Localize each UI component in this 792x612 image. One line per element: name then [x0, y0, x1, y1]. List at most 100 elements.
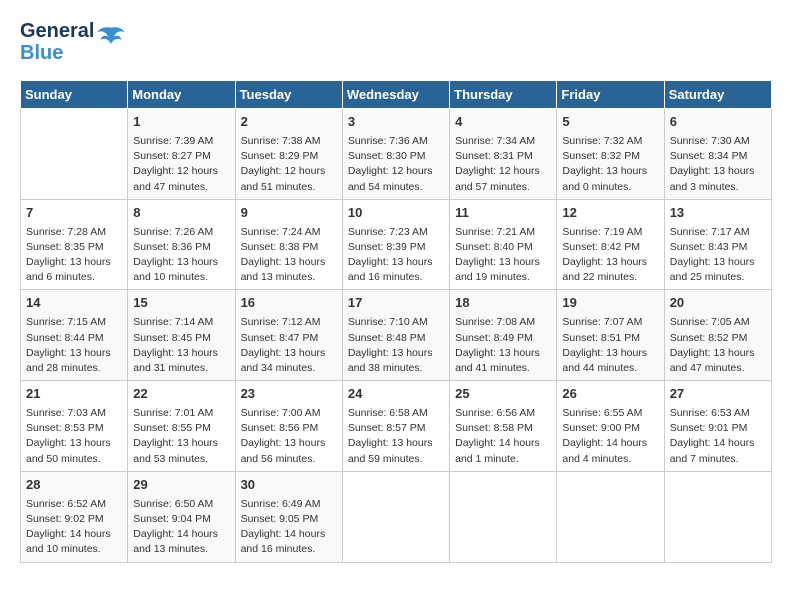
- day-info: Sunrise: 7:32 AM Sunset: 8:32 PM Dayligh…: [562, 134, 658, 195]
- day-number: 23: [241, 385, 337, 404]
- day-number: 7: [26, 204, 122, 223]
- calendar-cell: 13 Sunrise: 7:17 AM Sunset: 8:43 PM Dayli…: [664, 199, 771, 290]
- column-header-monday: Monday: [128, 81, 235, 109]
- day-info: Sunrise: 7:03 AM Sunset: 8:53 PM Dayligh…: [26, 406, 122, 467]
- day-number: 30: [241, 476, 337, 495]
- column-header-saturday: Saturday: [664, 81, 771, 109]
- day-info: Sunrise: 7:17 AM Sunset: 8:43 PM Dayligh…: [670, 225, 766, 286]
- calendar-cell: 17 Sunrise: 7:10 AM Sunset: 8:48 PM Dayli…: [342, 290, 449, 381]
- day-info: Sunrise: 7:39 AM Sunset: 8:27 PM Dayligh…: [133, 134, 229, 195]
- day-info: Sunrise: 7:05 AM Sunset: 8:52 PM Dayligh…: [670, 315, 766, 376]
- day-info: Sunrise: 6:53 AM Sunset: 9:01 PM Dayligh…: [670, 406, 766, 467]
- day-info: Sunrise: 7:12 AM Sunset: 8:47 PM Dayligh…: [241, 315, 337, 376]
- day-number: 4: [455, 113, 551, 132]
- day-info: Sunrise: 7:19 AM Sunset: 8:42 PM Dayligh…: [562, 225, 658, 286]
- day-number: 27: [670, 385, 766, 404]
- day-info: Sunrise: 6:52 AM Sunset: 9:02 PM Dayligh…: [26, 497, 122, 558]
- calendar-cell: 24 Sunrise: 6:58 AM Sunset: 8:57 PM Dayli…: [342, 381, 449, 472]
- calendar-week-row: 14 Sunrise: 7:15 AM Sunset: 8:44 PM Dayli…: [21, 290, 772, 381]
- column-header-tuesday: Tuesday: [235, 81, 342, 109]
- calendar-cell: 26 Sunrise: 6:55 AM Sunset: 9:00 PM Dayli…: [557, 381, 664, 472]
- calendar-cell: 18Sunrise: 7:08 AM Sunset: 8:49 PM Dayli…: [450, 290, 557, 381]
- day-number: 28: [26, 476, 122, 495]
- day-number: 3: [348, 113, 444, 132]
- calendar-cell: 4 Sunrise: 7:34 AM Sunset: 8:31 PM Daylig…: [450, 109, 557, 200]
- calendar-table: SundayMondayTuesdayWednesdayThursdayFrid…: [20, 80, 772, 563]
- day-number: 12: [562, 204, 658, 223]
- calendar-cell: 19 Sunrise: 7:07 AM Sunset: 8:51 PM Dayli…: [557, 290, 664, 381]
- calendar-cell: 23 Sunrise: 7:00 AM Sunset: 8:56 PM Dayli…: [235, 381, 342, 472]
- day-info: Sunrise: 7:21 AM Sunset: 8:40 PM Dayligh…: [455, 225, 551, 286]
- calendar-cell: 6Sunrise: 7:30 AM Sunset: 8:34 PM Daylig…: [664, 109, 771, 200]
- calendar-cell: 30 Sunrise: 6:49 AM Sunset: 9:05 PM Dayli…: [235, 471, 342, 562]
- day-info: Sunrise: 7:30 AM Sunset: 8:34 PM Dayligh…: [670, 134, 766, 195]
- day-info: Sunrise: 7:01 AM Sunset: 8:55 PM Dayligh…: [133, 406, 229, 467]
- day-number: 17: [348, 294, 444, 313]
- day-info: Sunrise: 7:38 AM Sunset: 8:29 PM Dayligh…: [241, 134, 337, 195]
- logo-general: General: [20, 20, 94, 42]
- calendar-cell: 9Sunrise: 7:24 AM Sunset: 8:38 PM Daylig…: [235, 199, 342, 290]
- day-number: 25: [455, 385, 551, 404]
- calendar-cell: 28 Sunrise: 6:52 AM Sunset: 9:02 PM Dayli…: [21, 471, 128, 562]
- calendar-cell: 11 Sunrise: 7:21 AM Sunset: 8:40 PM Dayli…: [450, 199, 557, 290]
- calendar-cell: 2Sunrise: 7:38 AM Sunset: 8:29 PM Daylig…: [235, 109, 342, 200]
- day-number: 16: [241, 294, 337, 313]
- day-info: Sunrise: 6:49 AM Sunset: 9:05 PM Dayligh…: [241, 497, 337, 558]
- day-number: 24: [348, 385, 444, 404]
- day-number: 26: [562, 385, 658, 404]
- calendar-cell: 12 Sunrise: 7:19 AM Sunset: 8:42 PM Dayli…: [557, 199, 664, 290]
- calendar-cell: 15Sunrise: 7:14 AM Sunset: 8:45 PM Dayli…: [128, 290, 235, 381]
- day-info: Sunrise: 7:34 AM Sunset: 8:31 PM Dayligh…: [455, 134, 551, 195]
- day-info: Sunrise: 6:56 AM Sunset: 8:58 PM Dayligh…: [455, 406, 551, 467]
- day-number: 20: [670, 294, 766, 313]
- calendar-cell: [21, 109, 128, 200]
- calendar-cell: 25 Sunrise: 6:56 AM Sunset: 8:58 PM Dayli…: [450, 381, 557, 472]
- calendar-cell: [342, 471, 449, 562]
- logo-blue: Blue: [20, 42, 94, 64]
- calendar-week-row: 7 Sunrise: 7:28 AM Sunset: 8:35 PM Daylig…: [21, 199, 772, 290]
- calendar-header-row: SundayMondayTuesdayWednesdayThursdayFrid…: [21, 81, 772, 109]
- calendar-cell: 16 Sunrise: 7:12 AM Sunset: 8:47 PM Dayli…: [235, 290, 342, 381]
- day-info: Sunrise: 7:23 AM Sunset: 8:39 PM Dayligh…: [348, 225, 444, 286]
- calendar-cell: 20 Sunrise: 7:05 AM Sunset: 8:52 PM Dayli…: [664, 290, 771, 381]
- calendar-cell: 29Sunrise: 6:50 AM Sunset: 9:04 PM Dayli…: [128, 471, 235, 562]
- day-info: Sunrise: 6:58 AM Sunset: 8:57 PM Dayligh…: [348, 406, 444, 467]
- day-number: 1: [133, 113, 229, 132]
- logo: General Blue: [20, 20, 126, 64]
- day-info: Sunrise: 7:28 AM Sunset: 8:35 PM Dayligh…: [26, 225, 122, 286]
- day-info: Sunrise: 7:10 AM Sunset: 8:48 PM Dayligh…: [348, 315, 444, 376]
- day-number: 19: [562, 294, 658, 313]
- day-info: Sunrise: 7:08 AM Sunset: 8:49 PM Dayligh…: [455, 315, 551, 376]
- day-number: 14: [26, 294, 122, 313]
- day-number: 22: [133, 385, 229, 404]
- day-number: 15: [133, 294, 229, 313]
- calendar-cell: 7 Sunrise: 7:28 AM Sunset: 8:35 PM Daylig…: [21, 199, 128, 290]
- day-info: Sunrise: 7:00 AM Sunset: 8:56 PM Dayligh…: [241, 406, 337, 467]
- calendar-cell: 5Sunrise: 7:32 AM Sunset: 8:32 PM Daylig…: [557, 109, 664, 200]
- day-number: 13: [670, 204, 766, 223]
- calendar-cell: 10 Sunrise: 7:23 AM Sunset: 8:39 PM Dayli…: [342, 199, 449, 290]
- column-header-sunday: Sunday: [21, 81, 128, 109]
- day-number: 21: [26, 385, 122, 404]
- day-number: 8: [133, 204, 229, 223]
- day-number: 11: [455, 204, 551, 223]
- calendar-cell: 1 Sunrise: 7:39 AM Sunset: 8:27 PM Daylig…: [128, 109, 235, 200]
- day-number: 10: [348, 204, 444, 223]
- day-info: Sunrise: 7:07 AM Sunset: 8:51 PM Dayligh…: [562, 315, 658, 376]
- day-info: Sunrise: 6:50 AM Sunset: 9:04 PM Dayligh…: [133, 497, 229, 558]
- calendar-cell: 21 Sunrise: 7:03 AM Sunset: 8:53 PM Dayli…: [21, 381, 128, 472]
- calendar-cell: 8 Sunrise: 7:26 AM Sunset: 8:36 PM Daylig…: [128, 199, 235, 290]
- column-header-friday: Friday: [557, 81, 664, 109]
- calendar-cell: 3Sunrise: 7:36 AM Sunset: 8:30 PM Daylig…: [342, 109, 449, 200]
- page-header: General Blue: [20, 20, 772, 64]
- calendar-cell: [450, 471, 557, 562]
- day-info: Sunrise: 7:26 AM Sunset: 8:36 PM Dayligh…: [133, 225, 229, 286]
- calendar-week-row: 1 Sunrise: 7:39 AM Sunset: 8:27 PM Daylig…: [21, 109, 772, 200]
- column-header-wednesday: Wednesday: [342, 81, 449, 109]
- day-info: Sunrise: 6:55 AM Sunset: 9:00 PM Dayligh…: [562, 406, 658, 467]
- calendar-cell: [557, 471, 664, 562]
- column-header-thursday: Thursday: [450, 81, 557, 109]
- day-info: Sunrise: 7:15 AM Sunset: 8:44 PM Dayligh…: [26, 315, 122, 376]
- calendar-cell: 27 Sunrise: 6:53 AM Sunset: 9:01 PM Dayli…: [664, 381, 771, 472]
- calendar-week-row: 28 Sunrise: 6:52 AM Sunset: 9:02 PM Dayli…: [21, 471, 772, 562]
